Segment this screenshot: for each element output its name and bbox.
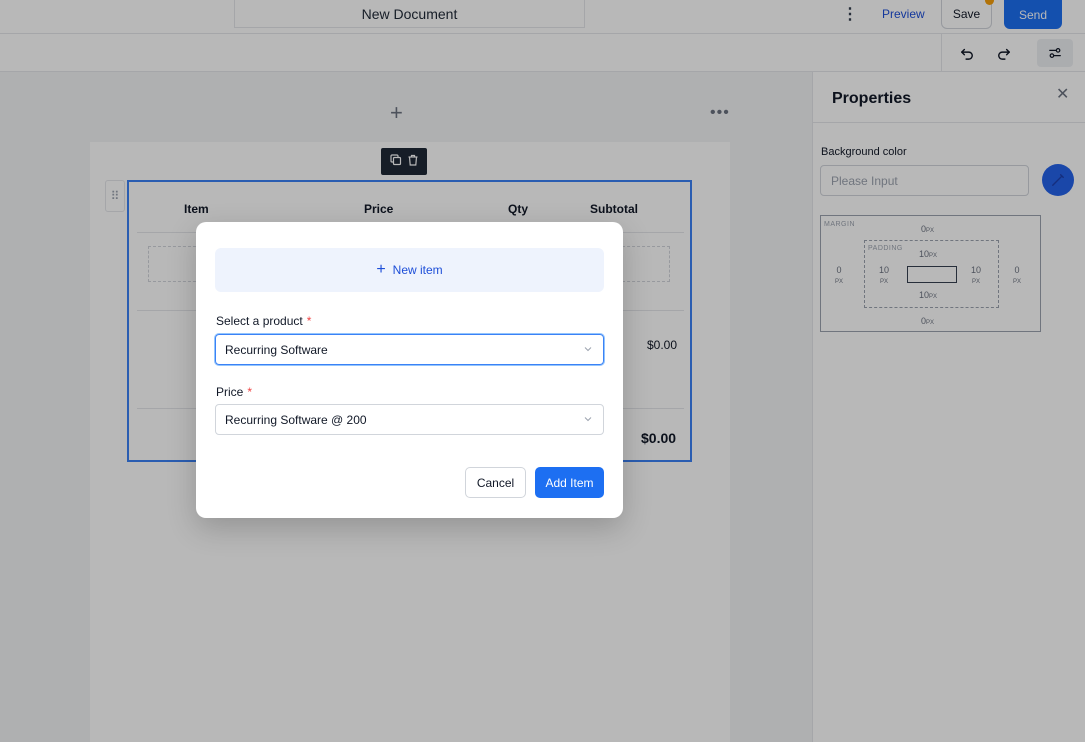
price-select[interactable]: Recurring Software @ 200 — [215, 404, 604, 435]
price-select-value: Recurring Software @ 200 — [225, 412, 367, 427]
add-item-button[interactable]: Add Item — [535, 467, 604, 498]
new-item-label: New item — [392, 263, 443, 277]
required-marker: * — [247, 385, 253, 399]
price-field-label: Price * — [216, 385, 253, 399]
add-item-dialog: + New item Select a product * Recurring S… — [196, 222, 623, 518]
cancel-button[interactable]: Cancel — [465, 467, 526, 498]
new-item-button[interactable]: + New item — [215, 248, 604, 292]
plus-icon: + — [376, 261, 386, 278]
chevron-down-icon — [584, 347, 592, 352]
product-select[interactable]: Recurring Software — [215, 334, 604, 365]
required-marker: * — [306, 314, 312, 328]
product-select-value: Recurring Software — [225, 342, 328, 357]
chevron-down-icon — [584, 417, 592, 422]
product-field-label: Select a product * — [216, 314, 312, 328]
